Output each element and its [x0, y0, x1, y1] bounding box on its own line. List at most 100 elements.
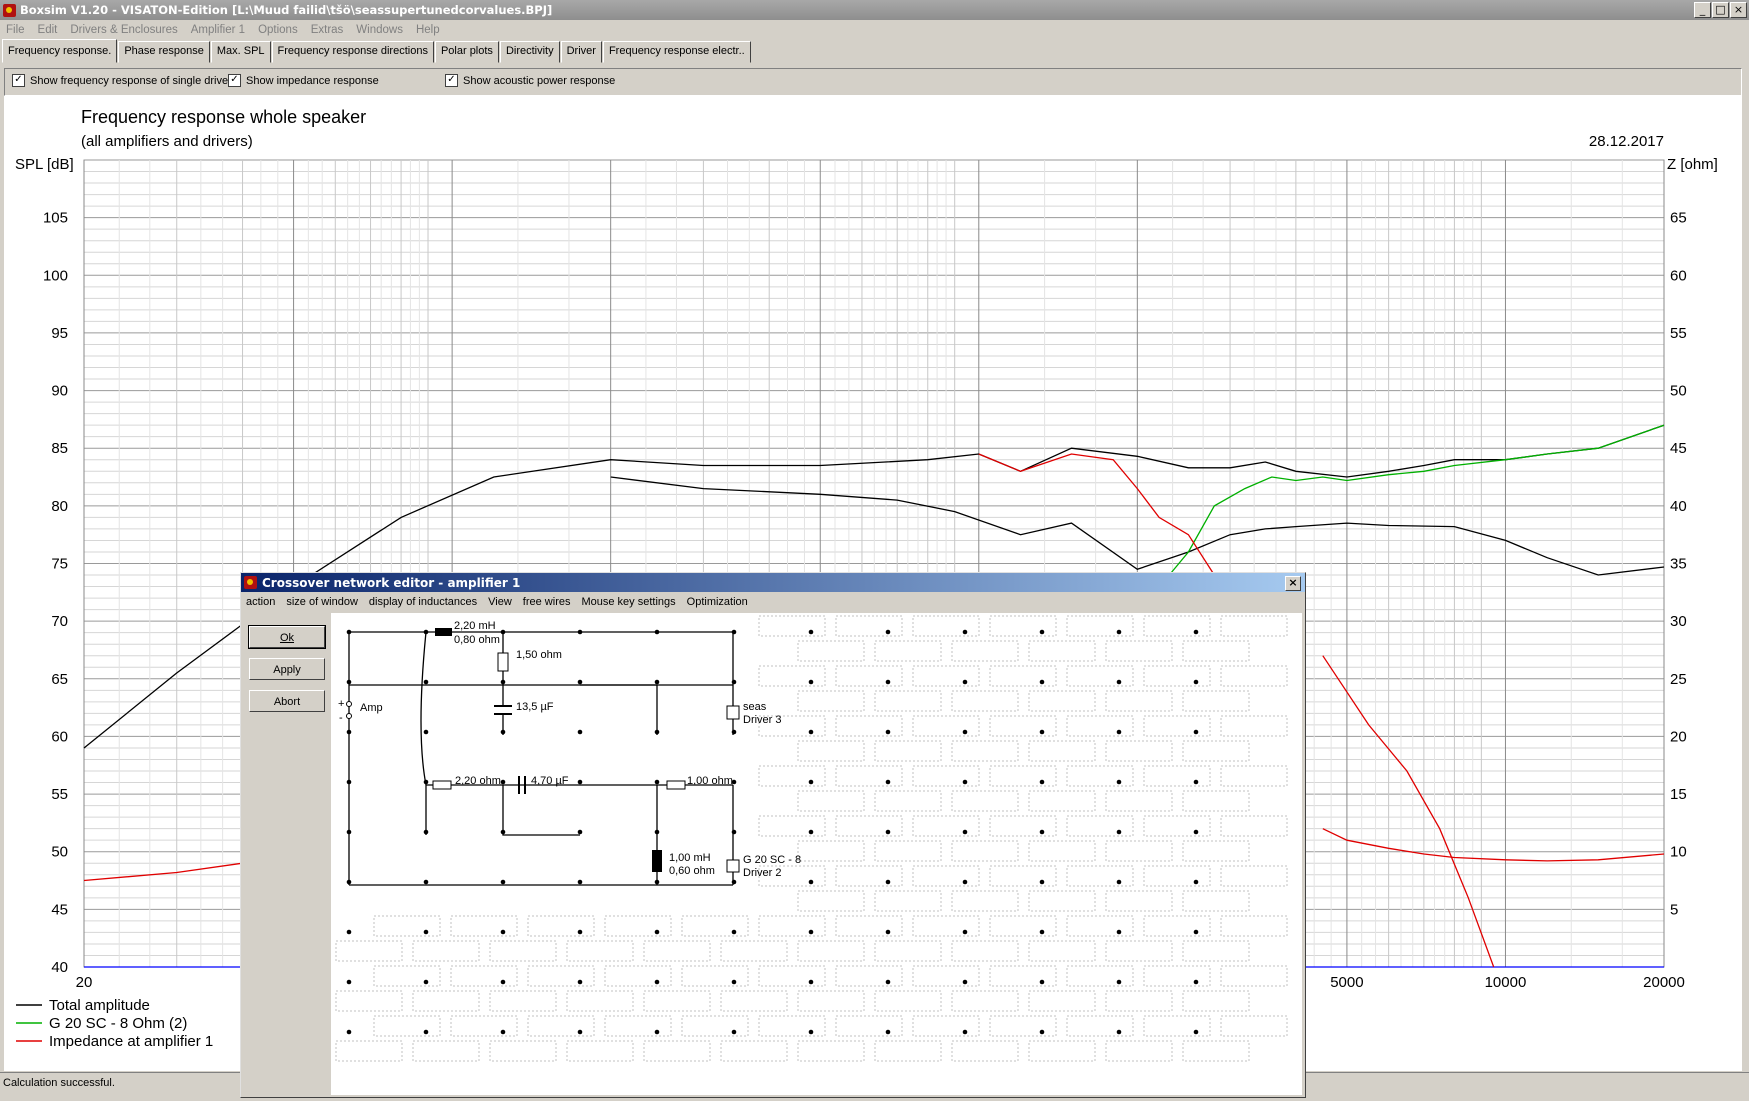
tab-frequency-response-electr[interactable]: Frequency response electr..: [602, 41, 751, 63]
menu-help[interactable]: Help: [416, 24, 440, 36]
placeholder-slot: [758, 765, 826, 787]
menu-edit[interactable]: Edit: [38, 24, 58, 36]
dialog-menu-size-of-window[interactable]: size of window: [286, 596, 358, 608]
grid-node: [1039, 679, 1045, 685]
tab-strip: Frequency response. Phase response Max. …: [2, 39, 752, 63]
y2-tick-label: 20: [1670, 728, 1687, 745]
placeholder-slot: [874, 690, 942, 712]
menu-drivers-enclosures[interactable]: Drivers & Enclosures: [70, 24, 177, 36]
grid-node: [1039, 1029, 1045, 1035]
dialog-title-bar: Crossover network editor - amplifier 1 ×: [241, 573, 1305, 592]
grid-node: [1193, 879, 1199, 885]
grid-node: [808, 1029, 814, 1035]
dialog-menu-display-of-inductances[interactable]: display of inductances: [369, 596, 477, 608]
grid-node: [1193, 929, 1199, 935]
tab-phase-response[interactable]: Phase response: [118, 41, 210, 63]
grid-node: [423, 929, 429, 935]
driver-3-symbol[interactable]: [726, 705, 740, 720]
placeholder-slot: [1143, 865, 1211, 887]
dialog-menu-mouse-key-settings[interactable]: Mouse key settings: [581, 596, 675, 608]
option-impedance[interactable]: ✓ Show impedance response: [228, 74, 379, 87]
grid-node: [962, 629, 968, 635]
grid-node: [500, 879, 506, 885]
dialog-menu-free-wires[interactable]: free wires: [523, 596, 571, 608]
placeholder-slot: [989, 915, 1057, 937]
placeholder-slot: [989, 715, 1057, 737]
grid-node: [500, 779, 506, 785]
placeholder-slot: [1028, 740, 1096, 762]
placeholder-slot: [1143, 915, 1211, 937]
placeholder-slot: [989, 665, 1057, 687]
grid-node: [1116, 979, 1122, 985]
option-single-driver[interactable]: ✓ Show frequency response of single driv…: [12, 74, 228, 87]
menu-windows[interactable]: Windows: [356, 24, 403, 36]
abort-button[interactable]: Abort: [249, 690, 325, 712]
menu-file[interactable]: File: [6, 24, 25, 36]
placeholder-slot: [643, 1040, 711, 1062]
window-title: Boxsim V1.20 - VISATON-Edition [L:\Muud …: [20, 3, 553, 17]
option-acoustic-power[interactable]: ✓ Show acoustic power response: [445, 74, 615, 87]
close-button[interactable]: ×: [1730, 2, 1747, 18]
menu-amplifier-1[interactable]: Amplifier 1: [191, 24, 245, 36]
resistor-r2[interactable]: [432, 780, 452, 790]
checkbox-acoustic-power[interactable]: ✓: [445, 74, 458, 87]
grid-node: [1039, 779, 1045, 785]
y-tick-label: 65: [51, 671, 68, 688]
menu-extras[interactable]: Extras: [311, 24, 344, 36]
placeholder-slot: [643, 940, 711, 962]
dialog-menu-action[interactable]: action: [246, 596, 275, 608]
checkbox-impedance[interactable]: ✓: [228, 74, 241, 87]
tab-polar-plots[interactable]: Polar plots: [434, 41, 499, 63]
capacitor-c1[interactable]: [494, 705, 512, 715]
placeholder-slot: [951, 690, 1019, 712]
r2-value: 2,20 ohm: [455, 775, 501, 787]
placeholder-slot: [912, 815, 980, 837]
inductor-l2[interactable]: [652, 850, 662, 872]
tab-frequency-response[interactable]: Frequency response.: [2, 39, 118, 63]
dialog-menu-optimization[interactable]: Optimization: [687, 596, 748, 608]
resistor-r3[interactable]: [666, 780, 686, 790]
grid-node: [885, 879, 891, 885]
minimize-button[interactable]: _: [1694, 2, 1711, 18]
checkbox-single-driver[interactable]: ✓: [12, 74, 25, 87]
inductor-l1[interactable]: [435, 628, 452, 636]
l2-value: 1,00 mH: [669, 852, 711, 864]
placeholder-slot: [1066, 665, 1134, 687]
maximize-button[interactable]: □: [1712, 2, 1729, 18]
crossover-canvas[interactable]: + - Amp 2,20 mH 0,80 ohm 1,50 ohm 13,5 µ…: [331, 613, 1302, 1095]
grid-node: [731, 929, 737, 935]
menu-options[interactable]: Options: [258, 24, 298, 36]
placeholder-slot: [604, 1015, 672, 1037]
placeholder-slot: [951, 740, 1019, 762]
dialog-close-button[interactable]: ×: [1285, 576, 1301, 591]
placeholder-slot: [1105, 790, 1173, 812]
tab-frequency-response-directions[interactable]: Frequency response directions: [271, 41, 434, 63]
placeholder-slot: [874, 990, 942, 1012]
chart-date: 28.12.2017: [1589, 133, 1664, 150]
grid-node: [577, 729, 583, 735]
chart-title: Frequency response whole speaker: [81, 107, 366, 127]
placeholder-slot: [951, 1040, 1019, 1062]
l2-resistance: 0,60 ohm: [669, 865, 715, 877]
resistor-r1[interactable]: [497, 652, 509, 672]
tab-directivity[interactable]: Directivity: [499, 41, 560, 63]
placeholder-slot: [450, 1015, 518, 1037]
placeholder-slot: [1066, 865, 1134, 887]
apply-button[interactable]: Apply: [249, 658, 325, 680]
tab-driver[interactable]: Driver: [560, 41, 602, 63]
dialog-menu-view[interactable]: View: [488, 596, 512, 608]
menu-bar: File Edit Drivers & Enclosures Amplifier…: [0, 20, 1749, 40]
ok-button[interactable]: Ok: [248, 625, 326, 649]
title-bar: Boxsim V1.20 - VISATON-Edition [L:\Muud …: [0, 0, 1749, 20]
tab-max-spl[interactable]: Max. SPL: [210, 41, 271, 63]
placeholder-slot: [489, 940, 557, 962]
placeholder-slot: [1105, 940, 1173, 962]
grid-node: [1193, 679, 1199, 685]
grid-node: [1193, 1029, 1199, 1035]
placeholder-slot: [797, 940, 865, 962]
grid-node: [1039, 879, 1045, 885]
driver-2-name: G 20 SC - 8: [743, 854, 801, 866]
placeholder-slot: [373, 1015, 441, 1037]
driver-2-symbol[interactable]: [726, 859, 740, 873]
grid-node: [885, 729, 891, 735]
